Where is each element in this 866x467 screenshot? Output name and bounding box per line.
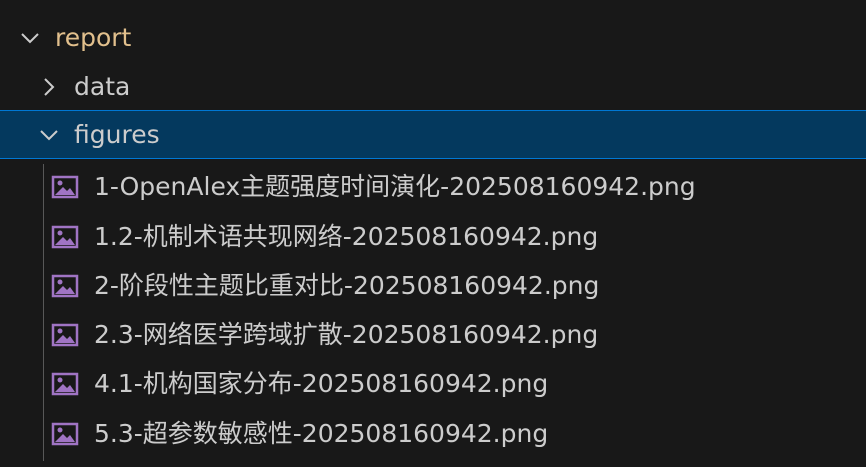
folder-label: figures	[74, 120, 160, 149]
image-file-icon	[50, 322, 80, 348]
folder-label: report	[55, 23, 132, 52]
image-file-icon	[50, 421, 80, 447]
tree-item-data-folder[interactable]: data	[0, 62, 866, 111]
chevron-down-icon	[19, 27, 41, 49]
tree-item-report-folder[interactable]: report	[0, 13, 866, 62]
tree-item-figures-folder[interactable]: figures	[0, 110, 866, 159]
folder-label: data	[74, 72, 131, 101]
file-name: 1-OpenAlex主题强度时间演化-202508160942.png	[94, 172, 696, 201]
tree-item-file[interactable]: 2-阶段性主题比重对比-202508160942.png	[0, 261, 866, 310]
file-name: 1.2-机制术语共现网络-202508160942.png	[94, 222, 599, 251]
tree-item-file[interactable]: 5.3-超参数敏感性-202508160942.png	[0, 409, 866, 458]
image-file-icon	[50, 273, 80, 299]
tree-item-file[interactable]: 1-OpenAlex主题强度时间演化-202508160942.png	[0, 162, 866, 211]
image-file-icon	[50, 174, 80, 200]
chevron-right-icon	[38, 76, 60, 98]
file-explorer-tree: report data figures 1-OpenAlex主题强度时间演化-2…	[0, 0, 866, 467]
file-name: 4.1-机构国家分布-202508160942.png	[94, 369, 549, 398]
chevron-down-icon	[38, 124, 60, 146]
tree-item-file[interactable]: 2.3-网络医学跨域扩散-202508160942.png	[0, 310, 866, 359]
file-name: 2-阶段性主题比重对比-202508160942.png	[94, 271, 600, 300]
tree-item-file[interactable]: 4.1-机构国家分布-202508160942.png	[0, 359, 866, 408]
file-name: 2.3-网络医学跨域扩散-202508160942.png	[94, 320, 599, 349]
file-name: 5.3-超参数敏感性-202508160942.png	[94, 419, 549, 448]
image-file-icon	[50, 371, 80, 397]
tree-item-file[interactable]: 1.2-机制术语共现网络-202508160942.png	[0, 212, 866, 261]
image-file-icon	[50, 224, 80, 250]
